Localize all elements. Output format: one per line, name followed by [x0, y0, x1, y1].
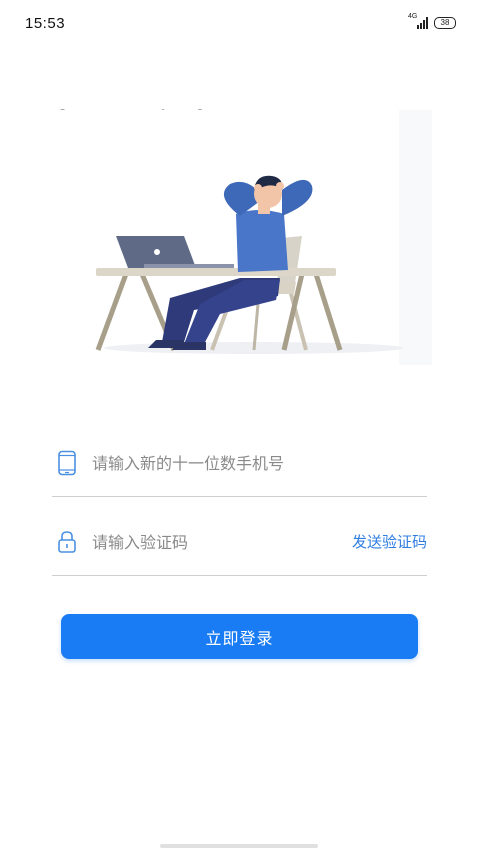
lock-icon [58, 531, 76, 553]
send-code-button[interactable]: 发送验证码 [352, 531, 427, 552]
signal-icon: 4G [408, 13, 428, 29]
verification-code-row: 发送验证码 [52, 515, 427, 576]
home-indicator[interactable] [160, 844, 318, 848]
network-type: 4G [408, 13, 418, 20]
verification-code-input[interactable] [92, 529, 332, 555]
login-button[interactable]: 立即登录 [61, 614, 418, 659]
phone-icon [58, 450, 76, 476]
status-bar: 15:53 4G 38 [0, 0, 478, 48]
battery-icon: 38 [434, 17, 456, 29]
status-indicators: 4G 38 [408, 13, 456, 30]
status-time: 15:53 [25, 15, 66, 32]
person-relaxing-at-laptop-illustration [44, 110, 432, 365]
phone-input[interactable] [92, 450, 332, 476]
phone-row [52, 436, 427, 497]
